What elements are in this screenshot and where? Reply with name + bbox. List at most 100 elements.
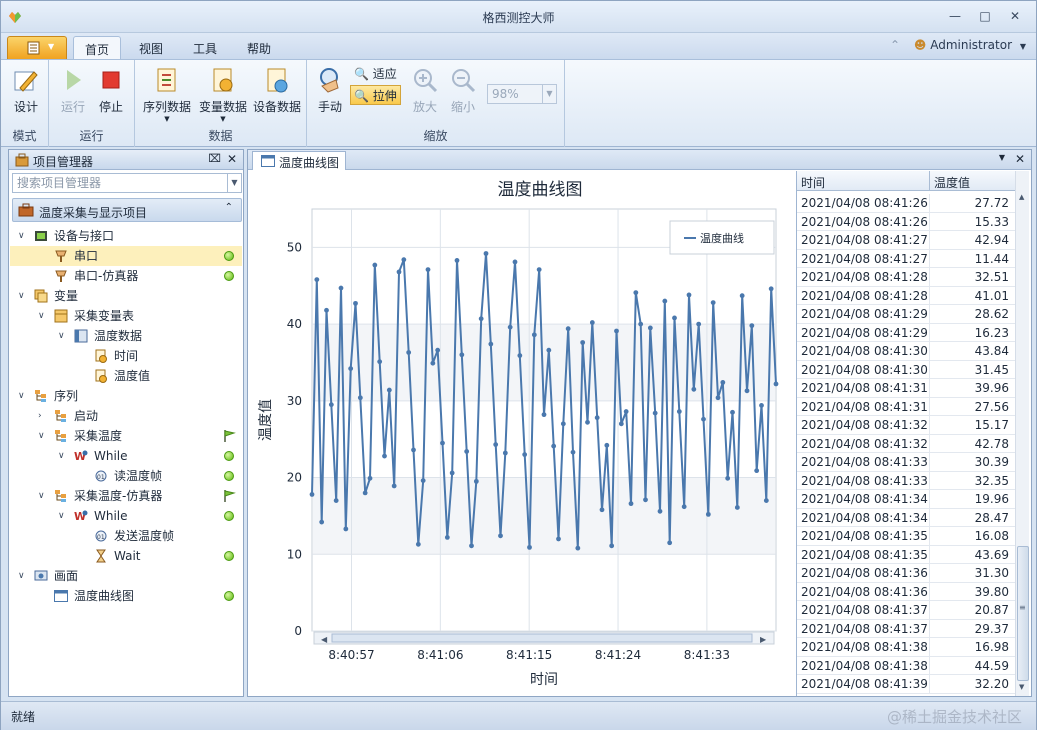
tree-item[interactable]: ∨ 温度数据 [10, 326, 242, 346]
scroll-left-icon[interactable]: ◀ [321, 635, 328, 644]
manual-button[interactable]: 手动 [311, 64, 349, 124]
column-header-temperature[interactable]: 温度值 [934, 174, 970, 191]
table-row[interactable]: 2021/04/08 08:41:28 32.51 [797, 268, 1015, 287]
table-row[interactable]: 2021/04/08 08:41:34 19.96 [797, 490, 1015, 509]
table-row[interactable]: 2021/04/08 08:41:35 16.08 [797, 527, 1015, 546]
tree-item[interactable]: ∨ 变量 [10, 286, 242, 306]
table-row[interactable]: 2021/04/08 08:41:36 31.30 [797, 564, 1015, 583]
table-row[interactable]: 2021/04/08 08:41:31 39.96 [797, 379, 1015, 398]
zoom-out-button[interactable]: 缩小 [445, 64, 481, 124]
chevron-down-icon[interactable]: ▼ [227, 174, 241, 192]
tree-item[interactable]: ∨ 采集变量表 [10, 306, 242, 326]
pin-icon[interactable]: ⌧ [208, 152, 221, 165]
scrollbar-thumb[interactable] [331, 633, 753, 643]
collapse-ribbon-icon[interactable]: ⌃ [890, 38, 900, 52]
table-row[interactable]: 2021/04/08 08:41:33 30.39 [797, 453, 1015, 472]
scrollbar-thumb[interactable]: ≡ [1017, 546, 1029, 681]
table-row[interactable]: 2021/04/08 08:41:30 31.45 [797, 360, 1015, 379]
device-data-button[interactable]: 设备数据 [251, 64, 303, 124]
column-header-time[interactable]: 时间 [801, 174, 825, 191]
stop-button[interactable]: 停止 [93, 64, 129, 124]
zoom-level-select[interactable]: 98% ▼ [487, 84, 557, 104]
fit-button[interactable]: 🔍 适应 [351, 64, 400, 84]
scroll-right-icon[interactable]: ▶ [760, 635, 767, 644]
search-input[interactable]: 搜索项目管理器 ▼ [12, 173, 242, 193]
expand-open-icon[interactable]: ∨ [18, 566, 28, 586]
tree-item[interactable]: 温度曲线图 [10, 586, 242, 606]
table-row[interactable]: 2021/04/08 08:41:29 28.62 [797, 305, 1015, 324]
scroll-up-icon[interactable]: ▲ [1019, 193, 1024, 201]
table-row[interactable]: 2021/04/08 08:41:27 11.44 [797, 249, 1015, 268]
table-row[interactable]: 2021/04/08 08:41:28 41.01 [797, 286, 1015, 305]
tab-home[interactable]: 首页 [73, 36, 121, 59]
table-row[interactable]: 2021/04/08 08:41:29 16.23 [797, 323, 1015, 342]
expand-open-icon[interactable]: ∨ [58, 446, 68, 466]
tab-help[interactable]: 帮助 [235, 36, 283, 59]
table-row[interactable]: 2021/04/08 08:41:32 42.78 [797, 434, 1015, 453]
stretch-button[interactable]: 🔍 拉伸 [350, 85, 401, 105]
user-menu[interactable]: ⌃ ☻ Administrator ▼ [890, 38, 1026, 52]
project-section-header[interactable]: 温度采集与显示项目 ⌃ [12, 198, 242, 222]
expand-open-icon[interactable]: ∨ [18, 286, 28, 306]
expand-open-icon[interactable]: ∨ [18, 226, 28, 246]
table-row[interactable]: 2021/04/08 08:41:32 15.17 [797, 416, 1015, 435]
data-grid[interactable]: 时间 温度值 2021/04/08 08:41:26 27.72 2021/04/0… [796, 171, 1029, 696]
table-row[interactable]: 2021/04/08 08:41:39 32.20 [797, 675, 1015, 694]
maximize-icon[interactable]: □ [974, 7, 996, 25]
close-icon[interactable]: ✕ [1004, 7, 1026, 25]
tree-item[interactable]: ∨ 画面 [10, 566, 242, 586]
table-row[interactable]: 2021/04/08 08:41:33 32.35 [797, 471, 1015, 490]
file-menu-button[interactable]: ▼ [7, 36, 67, 59]
table-row[interactable]: 2021/04/08 08:41:38 44.59 [797, 656, 1015, 675]
minimize-icon[interactable]: — [944, 7, 966, 25]
expand-open-icon[interactable]: ∨ [18, 386, 28, 406]
tab-view[interactable]: 视图 [127, 36, 175, 59]
chevron-up-icon[interactable]: ⌃ [225, 202, 233, 213]
tree-item[interactable]: › 启动 [10, 406, 242, 426]
tree-item[interactable]: ∨ 采集温度-仿真器 [10, 486, 242, 506]
tree-item[interactable]: 串口-仿真器 [10, 266, 242, 286]
tree-item[interactable]: 串口 [10, 246, 242, 266]
tree-item[interactable]: Wait [10, 546, 242, 566]
tree-item[interactable]: 时间 [10, 346, 242, 366]
design-button[interactable]: 设计 [7, 64, 45, 124]
close-icon[interactable]: ✕ [1015, 152, 1025, 166]
column-divider[interactable] [929, 171, 930, 191]
sequence-data-button[interactable]: 序列数据 ▼ [139, 64, 195, 124]
tree-item[interactable]: ∨ 采集温度 [10, 426, 242, 446]
table-row[interactable]: 2021/04/08 08:41:26 15.33 [797, 212, 1015, 231]
expand-closed-icon[interactable]: › [38, 406, 48, 426]
table-row[interactable]: 2021/04/08 08:41:37 20.87 [797, 601, 1015, 620]
expand-open-icon[interactable]: ∨ [38, 306, 48, 326]
expand-open-icon[interactable]: ∨ [58, 506, 68, 526]
tree-item[interactable]: 温度值 [10, 366, 242, 386]
table-row[interactable]: 2021/04/08 08:41:37 29.37 [797, 619, 1015, 638]
vertical-scrollbar[interactable]: ▲ ≡ ▼ [1015, 171, 1029, 696]
tree-item[interactable]: 01 发送温度帧 [10, 526, 242, 546]
tree-item[interactable]: 01 读温度帧 [10, 466, 242, 486]
expand-open-icon[interactable]: ∨ [38, 426, 48, 446]
table-row[interactable]: 2021/04/08 08:41:38 16.98 [797, 638, 1015, 657]
zoom-in-button[interactable]: 放大 [407, 64, 443, 124]
variable-data-button[interactable]: 变量数据 ▼ [195, 64, 251, 124]
table-row[interactable]: 2021/04/08 08:41:27 42.94 [797, 231, 1015, 250]
temperature-chart[interactable]: 温度曲线图 01020304050 8:40:57 8:41:06 8:41:15 8… [248, 171, 794, 697]
chevron-down-icon[interactable]: ▼ [542, 85, 556, 103]
tab-temperature-chart[interactable]: 温度曲线图 [252, 151, 346, 170]
table-row[interactable]: 2021/04/08 08:41:35 43.69 [797, 545, 1015, 564]
table-row[interactable]: 2021/04/08 08:41:30 43.84 [797, 342, 1015, 361]
table-row[interactable]: 2021/04/08 08:41:36 39.80 [797, 582, 1015, 601]
scroll-down-icon[interactable]: ▼ [1019, 683, 1024, 691]
close-icon[interactable]: ✕ [227, 152, 237, 166]
table-row[interactable]: 2021/04/08 08:41:26 27.72 [797, 194, 1015, 213]
table-row[interactable]: 2021/04/08 08:41:31 27.56 [797, 397, 1015, 416]
tab-list-dropdown-icon[interactable]: ▼ [999, 153, 1005, 162]
table-row[interactable]: 2021/04/08 08:41:34 28.47 [797, 508, 1015, 527]
tree-item[interactable]: ∨ W While [10, 446, 242, 466]
run-button[interactable]: 运行 [55, 64, 91, 124]
tab-tools[interactable]: 工具 [181, 36, 229, 59]
tree-item[interactable]: ∨ W While [10, 506, 242, 526]
tree-item[interactable]: ∨ 设备与接口 [10, 226, 242, 246]
tree-item[interactable]: ∨ 序列 [10, 386, 242, 406]
expand-open-icon[interactable]: ∨ [58, 326, 68, 346]
